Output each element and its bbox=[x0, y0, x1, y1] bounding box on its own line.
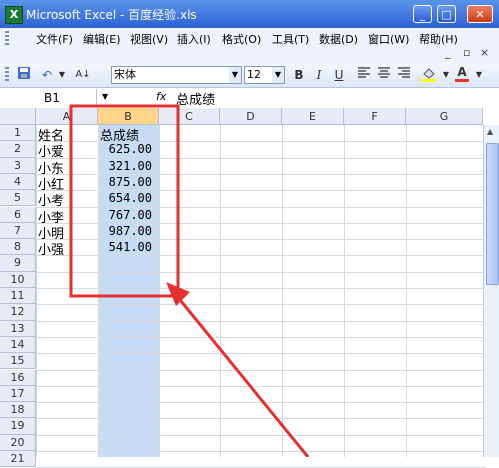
annotation-arrow-line bbox=[170, 289, 310, 457]
highlight-box bbox=[69, 104, 180, 298]
annotation-overlay bbox=[69, 104, 310, 457]
